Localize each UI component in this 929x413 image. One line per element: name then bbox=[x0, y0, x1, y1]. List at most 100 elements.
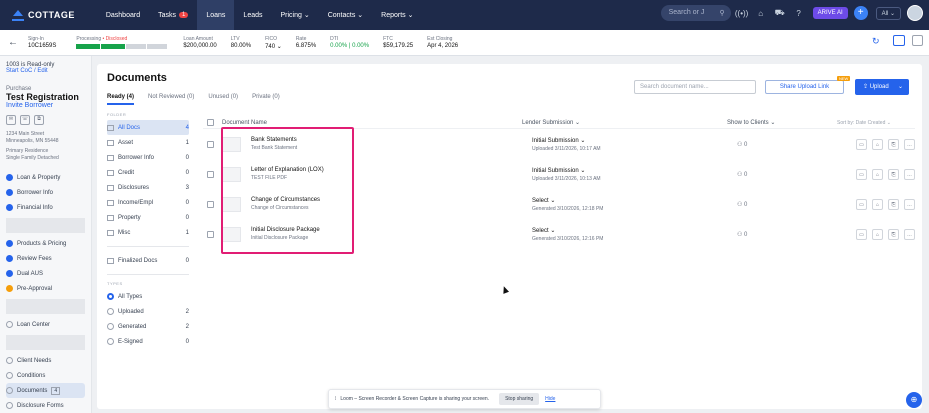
cottage-logo[interactable]: COTTAGE bbox=[12, 9, 75, 21]
lock-icon[interactable]: ⌂ bbox=[872, 138, 883, 150]
arive-ai-button[interactable]: ARIVE AI bbox=[812, 7, 848, 19]
sidebar-item-borrower-info[interactable]: Borrower Info bbox=[6, 185, 85, 200]
stop-sharing-button[interactable]: Stop sharing bbox=[499, 393, 540, 405]
folder-credit[interactable]: Credit 0 bbox=[107, 165, 189, 180]
lender-select[interactable]: Select ⌄ bbox=[532, 197, 737, 204]
download-icon[interactable]: ⎘ bbox=[888, 168, 899, 180]
sidebar-item-disclosure-forms[interactable]: Disclosure Forms bbox=[6, 398, 85, 413]
more-icon[interactable]: … bbox=[904, 138, 915, 150]
workspace-select[interactable]: All ⌄ bbox=[875, 6, 901, 20]
tab-not-reviewed[interactable]: Not Reviewed (0) bbox=[148, 94, 194, 105]
sidebar-item-financial-info[interactable]: Financial Info bbox=[6, 200, 85, 215]
share-upload-link-button[interactable]: Share Upload Link bbox=[765, 80, 844, 94]
folder-disclosures[interactable]: Disclosures 3 bbox=[107, 180, 189, 195]
notes-icon[interactable] bbox=[893, 35, 905, 46]
document-search-input[interactable]: Search document name... bbox=[634, 80, 756, 94]
preview-icon[interactable]: ▭ bbox=[856, 198, 867, 210]
phone-icon[interactable]: ☏ bbox=[20, 115, 30, 125]
refresh-icon[interactable]: ↻ bbox=[872, 36, 880, 47]
folder-finalized-docs[interactable]: Finalized Docs 0 bbox=[107, 253, 189, 268]
folder-income-empl[interactable]: Income/Empl 0 bbox=[107, 195, 189, 210]
row-checkbox[interactable] bbox=[207, 140, 214, 148]
row-checkbox[interactable] bbox=[207, 200, 214, 208]
avatar[interactable] bbox=[907, 5, 923, 21]
start-coc-link[interactable]: Start CoC / Edit bbox=[6, 68, 85, 74]
broadcast-icon[interactable]: ((•)) bbox=[734, 9, 750, 18]
row-checkbox[interactable] bbox=[207, 230, 214, 238]
download-icon[interactable]: ⎘ bbox=[888, 198, 899, 210]
fico[interactable]: FICO 740 ⌄ bbox=[265, 36, 282, 50]
sort-select[interactable]: Sort by: Date Created ⌄ bbox=[837, 120, 891, 126]
floating-action-icon[interactable]: ⊕ bbox=[906, 392, 922, 408]
lender-submission-header[interactable]: Lender Submission ⌄ bbox=[522, 119, 727, 126]
lender-select[interactable]: Initial Submission ⌄ bbox=[532, 167, 737, 174]
nav-contacts[interactable]: Contacts ⌄ bbox=[319, 0, 372, 30]
nav-leads[interactable]: Leads bbox=[234, 0, 271, 30]
tab-unused[interactable]: Unused (0) bbox=[208, 94, 238, 105]
more-icon[interactable]: … bbox=[904, 198, 915, 210]
dti: DTI 0.00% | 0.00% bbox=[330, 36, 370, 49]
hide-link[interactable]: Hide bbox=[545, 396, 555, 402]
loan-center-icon bbox=[6, 321, 13, 328]
type-all[interactable]: All Types bbox=[107, 289, 189, 304]
sidebar-item-loan-property[interactable]: Loan & Property bbox=[6, 170, 85, 185]
folder-asset[interactable]: Asset 1 bbox=[107, 135, 189, 150]
nav-loans[interactable]: Loans bbox=[197, 0, 235, 30]
lock-icon[interactable]: ⌂ bbox=[872, 228, 883, 240]
upload-button[interactable]: ⇪ Upload ⌄ bbox=[855, 79, 909, 95]
folder-misc[interactable]: Misc 1 bbox=[107, 225, 189, 240]
loan-id[interactable]: 10C1659S bbox=[28, 43, 56, 49]
type-esigned[interactable]: E-Signed 0 bbox=[107, 334, 189, 349]
download-icon[interactable]: ⎘ bbox=[888, 138, 899, 150]
show-to-clients-header[interactable]: Show to Clients ⌄ bbox=[727, 119, 837, 126]
row-checkbox[interactable] bbox=[207, 170, 214, 178]
clients-visibility[interactable]: ⚇ 0 bbox=[737, 201, 747, 208]
email-icon[interactable]: ✉ bbox=[6, 115, 16, 125]
add-icon[interactable]: + bbox=[853, 6, 868, 20]
bank-icon[interactable]: ⌂ bbox=[753, 9, 769, 18]
tab-ready[interactable]: Ready (4) bbox=[107, 94, 135, 105]
preview-icon[interactable]: ▭ bbox=[856, 228, 867, 240]
borrower-name: Test Registration bbox=[6, 92, 79, 102]
folder-property[interactable]: Property 0 bbox=[107, 210, 189, 225]
help-icon[interactable]: ? bbox=[791, 9, 807, 18]
preview-icon[interactable]: ▭ bbox=[856, 138, 867, 150]
lender-select[interactable]: Initial Submission ⌄ bbox=[532, 137, 737, 144]
folder-borrower-info[interactable]: Borrower Info 0 bbox=[107, 150, 189, 165]
sidebar-item-products-pricing[interactable]: Products & Pricing bbox=[6, 236, 85, 251]
sidebar-item-conditions[interactable]: Conditions bbox=[6, 368, 85, 383]
download-icon[interactable]: ⎘ bbox=[888, 228, 899, 240]
panel-icon[interactable] bbox=[912, 35, 923, 46]
sidebar-item-review-fees[interactable]: Review Fees bbox=[6, 251, 85, 266]
nav-reports[interactable]: Reports ⌄ bbox=[372, 0, 422, 30]
chevron-down-icon[interactable]: ⌄ bbox=[898, 79, 903, 95]
tab-private[interactable]: Private (0) bbox=[252, 94, 280, 105]
clients-visibility[interactable]: ⚇ 0 bbox=[737, 171, 747, 178]
preview-icon[interactable]: ▭ bbox=[856, 168, 867, 180]
sidebar-item-client-needs[interactable]: Client Needs bbox=[6, 353, 85, 368]
invite-borrower-link[interactable]: Invite Borrower bbox=[6, 102, 85, 109]
truck-icon[interactable]: ⛟ bbox=[772, 8, 788, 18]
nav-pricing[interactable]: Pricing ⌄ bbox=[272, 0, 319, 30]
nav-dashboard[interactable]: Dashboard bbox=[97, 0, 149, 30]
folder-icon bbox=[107, 124, 114, 131]
clients-visibility[interactable]: ⚇ 0 bbox=[737, 141, 747, 148]
type-uploaded[interactable]: Uploaded 2 bbox=[107, 304, 189, 319]
sidebar-item-dual-aus[interactable]: Dual AUS bbox=[6, 266, 85, 281]
sidebar-item-documents[interactable]: Documents 4 bbox=[6, 383, 85, 398]
global-search[interactable]: Search or J ⚲ bbox=[660, 5, 731, 21]
sidebar-item-loan-center[interactable]: Loan Center bbox=[6, 317, 85, 332]
select-all-checkbox[interactable] bbox=[207, 119, 214, 126]
more-icon[interactable]: … bbox=[904, 228, 915, 240]
more-icon[interactable]: … bbox=[904, 168, 915, 180]
lender-select[interactable]: Select ⌄ bbox=[532, 227, 737, 234]
lock-icon[interactable]: ⌂ bbox=[872, 168, 883, 180]
type-generated[interactable]: Generated 2 bbox=[107, 319, 189, 334]
lock-icon[interactable]: ⌂ bbox=[872, 198, 883, 210]
clients-visibility[interactable]: ⚇ 0 bbox=[737, 231, 747, 238]
back-arrow-icon[interactable]: ← bbox=[8, 37, 18, 48]
copy-icon[interactable]: ⧉ bbox=[34, 115, 44, 125]
folder-all-docs[interactable]: All Docs 4 bbox=[107, 120, 189, 135]
nav-tasks[interactable]: Tasks 1 bbox=[149, 0, 197, 30]
sidebar-item-pre-approval[interactable]: Pre-Approval bbox=[6, 281, 85, 296]
